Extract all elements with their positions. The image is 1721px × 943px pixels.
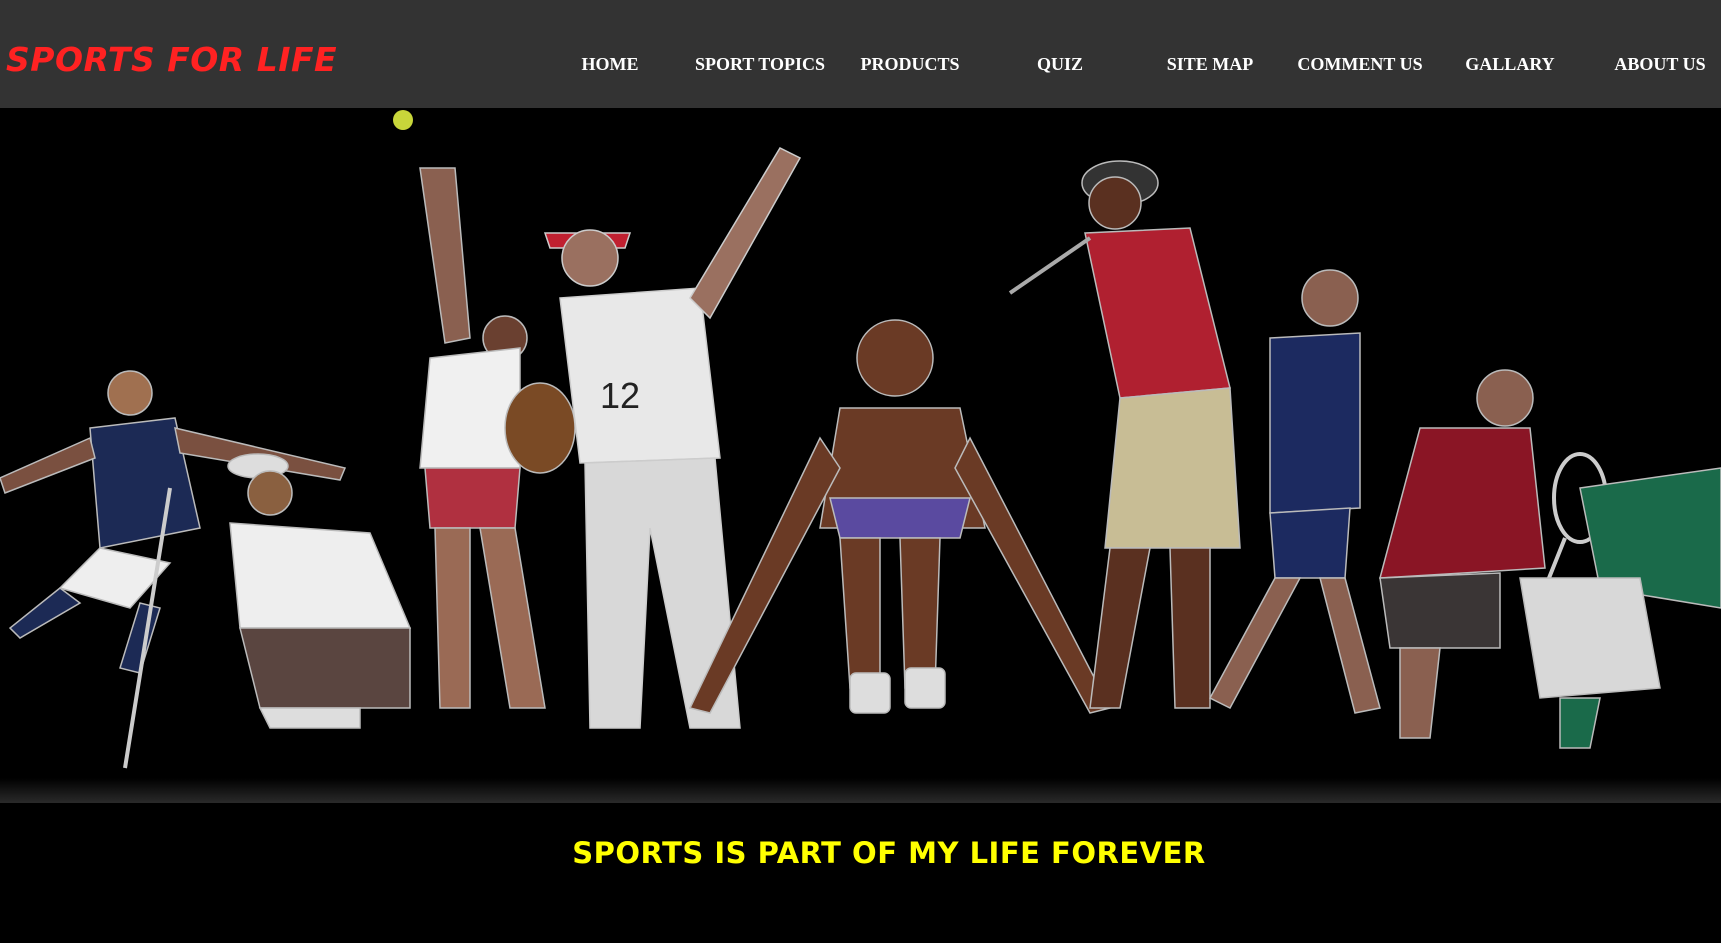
nav-products[interactable]: PRODUCTS: [860, 54, 959, 75]
nav-about-us[interactable]: ABOUT US: [1614, 54, 1705, 75]
tennis-ball: [393, 110, 413, 130]
athletes-photo: 12: [0, 108, 1721, 803]
site-header: SPORTS FOR LIFE HOME SPORT TOPICS PRODUC…: [0, 0, 1721, 108]
nav-gallary[interactable]: GALLARY: [1465, 54, 1554, 75]
nav-site-map[interactable]: SITE MAP: [1167, 54, 1254, 75]
main-nav: HOME SPORT TOPICS PRODUCTS QUIZ SITE MAP…: [0, 54, 1721, 78]
hero-tagline: SPORTS IS PART OF MY LIFE FOREVER: [572, 836, 1206, 870]
svg-text:12: 12: [600, 375, 640, 416]
nav-sport-topics[interactable]: SPORT TOPICS: [695, 54, 825, 75]
hero-banner: 12: [0, 108, 1721, 803]
nav-comment-us[interactable]: COMMENT US: [1297, 54, 1422, 75]
nav-quiz[interactable]: QUIZ: [1037, 54, 1083, 75]
nav-home[interactable]: HOME: [582, 54, 639, 75]
